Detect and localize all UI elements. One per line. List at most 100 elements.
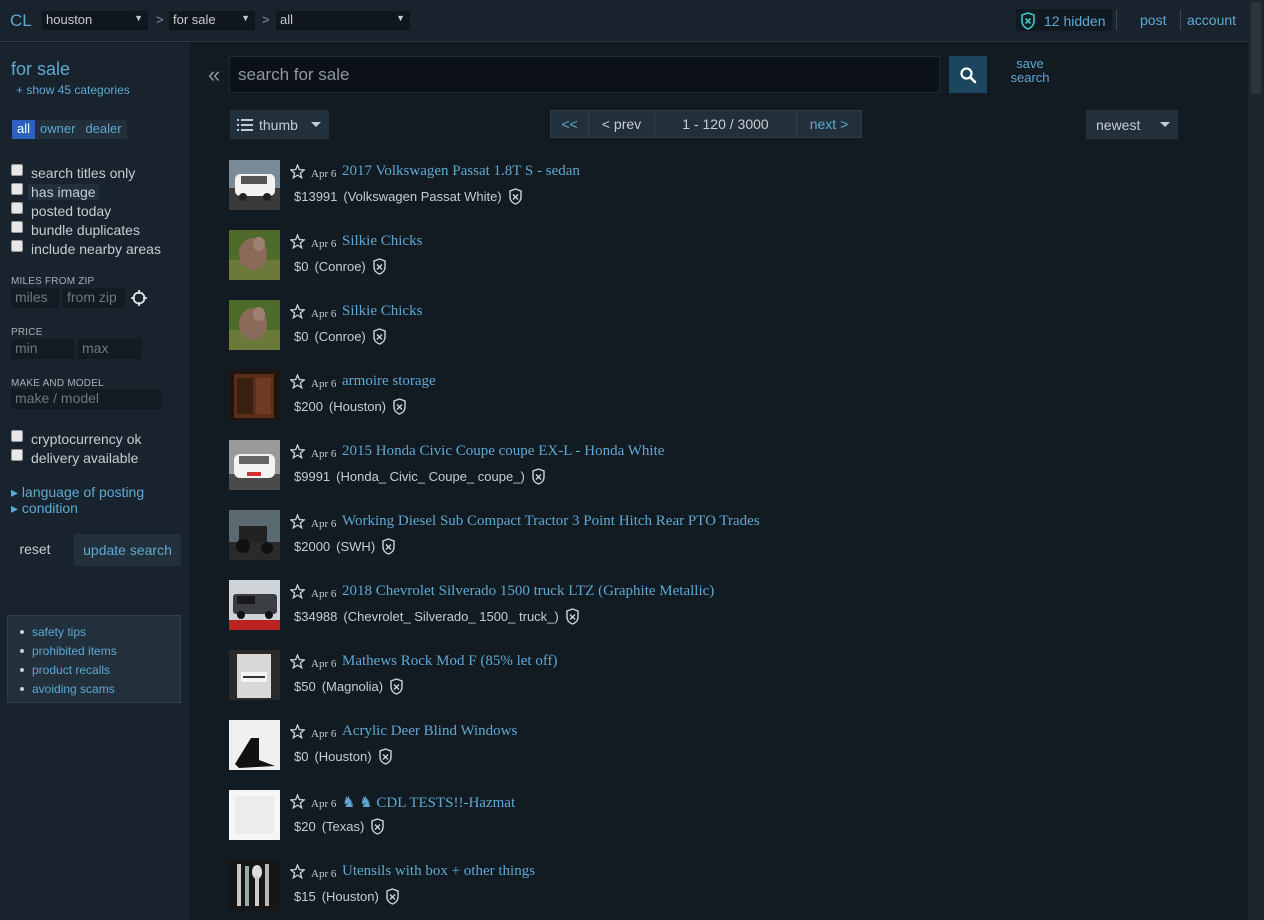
listing-thumbnail[interactable] <box>229 440 280 490</box>
section-select[interactable]: for sale ▼ <box>169 11 255 30</box>
listing-thumbnail[interactable] <box>229 300 280 350</box>
listing-meta: $200 (Houston) <box>294 398 407 415</box>
zip-input[interactable]: from zip <box>63 288 125 308</box>
hide-listing-icon[interactable] <box>565 608 580 625</box>
tab-owner[interactable]: owner <box>35 120 80 139</box>
listing-thumbnail[interactable] <box>229 230 280 280</box>
listing-title[interactable]: Silkie Chicks <box>342 233 422 250</box>
scrollbar-thumb[interactable] <box>1251 2 1261 94</box>
hide-listing-icon[interactable] <box>385 888 400 905</box>
category-select[interactable]: all ▼ <box>276 11 410 30</box>
checkbox[interactable] <box>11 202 23 214</box>
checkbox[interactable] <box>11 183 23 195</box>
hide-listing-icon[interactable] <box>370 818 385 835</box>
search-input[interactable]: search for sale <box>229 56 940 93</box>
post-link[interactable]: post <box>1140 12 1166 28</box>
listing-title[interactable]: ♞ ♞ CDL TESTS!!-Hazmat <box>342 793 515 812</box>
listing-title[interactable]: Utensils with box + other things <box>342 863 535 880</box>
make-model-label: MAKE AND MODEL <box>11 378 104 389</box>
prohibited-items-link[interactable]: prohibited items <box>32 644 117 658</box>
listing-thumbnail[interactable] <box>229 790 280 840</box>
checkbox[interactable] <box>11 164 23 176</box>
scrollbar[interactable] <box>1248 0 1264 920</box>
miles-from-zip-label: MILES FROM ZIP <box>11 276 95 287</box>
listing-meta: $50 (Magnolia) <box>294 678 404 695</box>
max-price-input[interactable]: max <box>78 339 142 359</box>
hide-listing-icon[interactable] <box>381 538 396 555</box>
listing-title[interactable]: 2017 Volkswagen Passat 1.8T S - sedan <box>342 163 580 180</box>
listing-thumbnail[interactable] <box>229 720 280 770</box>
hide-listing-icon[interactable] <box>508 188 523 205</box>
checkbox[interactable] <box>11 240 23 252</box>
star-icon[interactable] <box>290 164 305 179</box>
condition-expander[interactable]: ▸ condition <box>11 500 78 517</box>
listing-title[interactable]: Silkie Chicks <box>342 303 422 320</box>
listing-thumbnail[interactable] <box>229 160 280 210</box>
star-icon[interactable] <box>290 514 305 529</box>
hide-listing-icon[interactable] <box>531 468 546 485</box>
search-button[interactable] <box>949 56 987 93</box>
star-icon[interactable] <box>290 794 305 809</box>
listing-title[interactable]: 2015 Honda Civic Coupe coupe EX-L - Hond… <box>342 443 664 460</box>
star-icon[interactable] <box>290 234 305 249</box>
star-icon[interactable] <box>290 724 305 739</box>
star-icon[interactable] <box>290 444 305 459</box>
reset-button[interactable]: reset <box>10 534 60 566</box>
checkbox-cryptocurrency[interactable]: cryptocurrency ok <box>11 430 142 447</box>
hidden-posts-button[interactable]: 12 hidden <box>1016 9 1112 31</box>
listing-title[interactable]: Working Diesel Sub Compact Tractor 3 Poi… <box>342 513 760 530</box>
safety-tips-link[interactable]: safety tips <box>32 625 86 639</box>
hide-listing-icon[interactable] <box>392 398 407 415</box>
collapse-sidebar-button[interactable]: « <box>208 62 220 88</box>
area-select[interactable]: houston ▼ <box>42 11 148 30</box>
checkbox-delivery[interactable]: delivery available <box>11 449 138 466</box>
sort-select[interactable]: newest <box>1086 110 1178 139</box>
first-page-button[interactable]: << <box>551 111 589 137</box>
language-of-posting-expander[interactable]: ▸ language of posting <box>11 484 144 501</box>
checkbox-search-titles[interactable]: search titles only <box>11 164 135 181</box>
checkbox-has-image[interactable]: has image <box>11 183 99 200</box>
checkbox-nearby-areas[interactable]: include nearby areas <box>11 240 161 257</box>
listing-thumbnail[interactable] <box>229 860 280 910</box>
checkbox-posted-today[interactable]: posted today <box>11 202 111 219</box>
hide-listing-icon[interactable] <box>389 678 404 695</box>
star-icon[interactable] <box>290 864 305 879</box>
listing-title[interactable]: Acrylic Deer Blind Windows <box>342 723 517 740</box>
star-icon[interactable] <box>290 304 305 319</box>
star-icon[interactable] <box>290 374 305 389</box>
update-search-button[interactable]: update search <box>74 534 181 566</box>
hide-listing-icon[interactable] <box>378 748 393 765</box>
breadcrumb-separator: > <box>262 12 270 27</box>
view-mode-select[interactable]: thumb <box>230 110 329 139</box>
hide-listing-icon[interactable] <box>372 328 387 345</box>
checkbox-bundle-duplicates[interactable]: bundle duplicates <box>11 221 140 238</box>
miles-input[interactable]: miles <box>11 288 59 308</box>
listing-thumbnail[interactable] <box>229 510 280 560</box>
listing-title[interactable]: armoire storage <box>342 373 436 390</box>
hide-listing-icon[interactable] <box>372 258 387 275</box>
tab-dealer[interactable]: dealer <box>80 120 126 139</box>
show-categories-link[interactable]: + show 45 categories <box>16 83 130 97</box>
tab-all[interactable]: all <box>12 120 36 139</box>
checkbox[interactable] <box>11 449 23 461</box>
next-page-button[interactable]: next > <box>797 111 861 137</box>
star-icon[interactable] <box>290 584 305 599</box>
checkbox-label: cryptocurrency ok <box>31 431 142 447</box>
product-recalls-link[interactable]: product recalls <box>32 663 110 677</box>
avoiding-scams-link[interactable]: avoiding scams <box>32 682 115 696</box>
listing-title[interactable]: Mathews Rock Mod F (85% let off) <box>342 653 558 670</box>
crosshair-icon[interactable] <box>130 289 148 307</box>
prev-page-button[interactable]: < prev <box>589 111 655 137</box>
star-icon[interactable] <box>290 654 305 669</box>
checkbox[interactable] <box>11 430 23 442</box>
listing-thumbnail[interactable] <box>229 370 280 420</box>
listing-thumbnail[interactable] <box>229 650 280 700</box>
checkbox[interactable] <box>11 221 23 233</box>
listing-title[interactable]: 2018 Chevrolet Silverado 1500 truck LTZ … <box>342 583 714 600</box>
craigslist-logo[interactable]: CL <box>10 11 32 31</box>
save-search-button[interactable]: save search <box>1006 57 1054 85</box>
account-link[interactable]: account <box>1187 12 1236 28</box>
make-model-input[interactable]: make / model <box>11 389 161 409</box>
listing-thumbnail[interactable] <box>229 580 280 630</box>
min-price-input[interactable]: min <box>11 339 74 359</box>
